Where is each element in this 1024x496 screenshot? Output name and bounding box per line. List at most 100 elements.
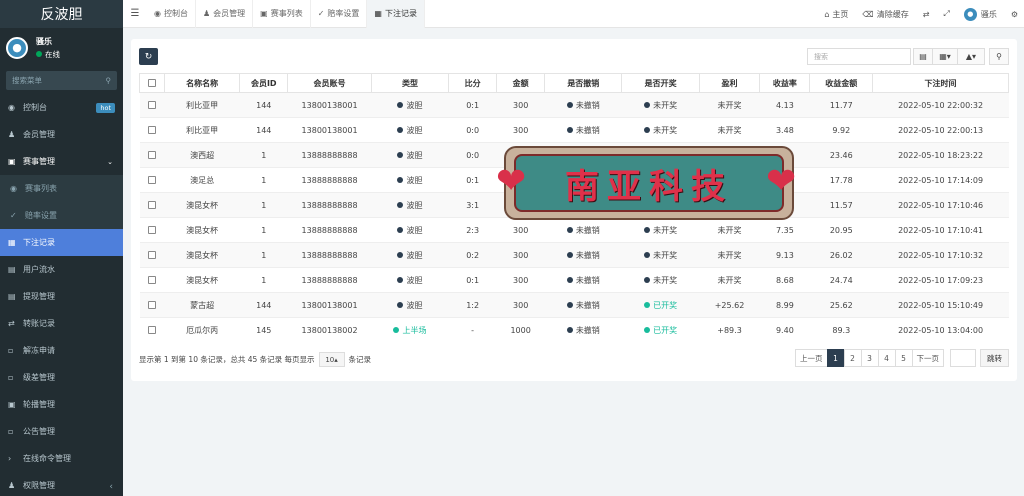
table-cell: 145 [239, 317, 288, 343]
jump-button[interactable]: 跳转 [980, 349, 1009, 367]
sidebar-item-14[interactable]: ♟ 权限管理 [0, 472, 123, 496]
settings-button[interactable]: ⚙ [1011, 10, 1018, 19]
table-cell: 3:1 [448, 192, 497, 218]
table-row[interactable]: 澳昆女杯 1 13888888888 波胆 0:1 300 未撤销 未开奖 未开奖 8.68 24.… [139, 267, 1009, 293]
avatar[interactable]: ● [6, 36, 28, 59]
column-header[interactable]: 收益金额 [809, 73, 874, 93]
export-button[interactable]: ▲▾ [957, 48, 985, 65]
search-button[interactable]: ⚲ [989, 48, 1009, 65]
column-header[interactable]: 盈利 [698, 73, 761, 93]
page-button[interactable]: 1 [826, 349, 845, 367]
select-all-checkbox-cell[interactable] [138, 73, 166, 93]
row-checkbox-cell[interactable] [139, 292, 165, 318]
table-cell: 9.13 [759, 242, 810, 268]
tab-1[interactable]: ♟ 会员管理 [196, 0, 254, 28]
table-cell: 2022-05-10 13:04:00 [872, 317, 1009, 343]
status-dot-icon [566, 327, 573, 334]
tab-2[interactable]: ▣ 赛事列表 [253, 0, 311, 28]
prev-page-button[interactable]: 上一页 [795, 349, 828, 367]
sidebar-item-9[interactable]: ▫ 解冻申请 [0, 337, 123, 364]
menu-toggle-icon[interactable]: ☰ [123, 8, 147, 19]
sidebar-item-0[interactable]: ◉ 控制台 hot [0, 94, 123, 121]
image-icon: ▣ [8, 400, 16, 409]
translate-button[interactable]: ⇄ [923, 10, 930, 19]
row-checkbox[interactable] [148, 301, 157, 309]
tab-3[interactable]: ✓ 赔率设置 [311, 0, 368, 28]
column-header[interactable]: 下注时间 [872, 73, 1009, 93]
row-checkbox[interactable] [148, 126, 157, 134]
sidebar-item-label: 权限管理 [23, 481, 55, 490]
column-header[interactable]: 金额 [496, 73, 546, 93]
row-checkbox-cell[interactable] [139, 142, 165, 168]
row-checkbox-cell[interactable] [139, 267, 165, 293]
table-row[interactable]: 蒙古超 144 13800138001 波胆 1:2 300 未撤销 已开奖 +25.62 8.9… [139, 292, 1009, 318]
table-row[interactable]: 利比亚甲 144 13800138001 波胆 0:0 300 未撤销 未开奖 未开奖 3.48 9… [139, 117, 1009, 143]
column-header[interactable]: 类型 [370, 73, 450, 93]
table-row[interactable]: 厄瓜尔丙 145 13800138002 上半场 -1000 未撤销 已开奖 +89.3 9.4… [139, 317, 1009, 343]
row-checkbox-cell[interactable] [139, 317, 165, 343]
sidebar-item-11[interactable]: ▣ 轮播管理 [0, 391, 123, 418]
column-header[interactable]: 收益率 [759, 73, 811, 93]
column-header[interactable]: 是否开奖 [621, 73, 700, 93]
next-page-button[interactable]: 下一页 [911, 349, 944, 367]
sidebar-item-3[interactable]: ◉ 赛事列表 [0, 175, 123, 202]
sidebar-item-13[interactable]: › 在线命令管理 [0, 445, 123, 472]
page-button[interactable]: 5 [894, 349, 913, 367]
row-checkbox-cell[interactable] [139, 167, 165, 193]
column-header[interactable]: 比分 [448, 73, 498, 93]
table-cell: 上半场 [371, 317, 449, 343]
column-header[interactable]: 名称名称 [164, 73, 241, 93]
app-brand[interactable]: 反波胆 [0, 0, 123, 28]
row-checkbox[interactable] [148, 226, 157, 234]
sidebar-item-4[interactable]: ✓ 赔率设置 [0, 202, 123, 229]
sidebar-item-1[interactable]: ♟ 会员管理 [0, 121, 123, 148]
row-checkbox-cell[interactable] [139, 217, 165, 243]
sidebar-item-7[interactable]: ▤ 提现管理 [0, 283, 123, 310]
home-link[interactable]: ⌂ 主页 [824, 9, 848, 20]
page-jump-input[interactable] [950, 349, 976, 367]
row-checkbox[interactable] [148, 251, 157, 259]
row-checkbox[interactable] [148, 326, 157, 335]
table-search-input[interactable]: 搜索 [807, 48, 911, 65]
sidebar-item-2[interactable]: ▣ 赛事管理 ⌄ [0, 148, 123, 175]
table-row[interactable]: 澳昆女杯 1 13888888888 波胆 0:2 300 未撤销 未开奖 未开奖 9.13 26.… [139, 242, 1009, 268]
sidebar-item-5[interactable]: ▦ 下注记录 [0, 229, 123, 256]
sidebar-item-8[interactable]: ⇄ 转账记录 [0, 310, 123, 337]
doc-icon: ▫ [8, 346, 14, 355]
translate-icon: ⇄ [922, 9, 930, 19]
page-button[interactable]: 4 [877, 349, 896, 367]
sidebar-item-label: 轮播管理 [23, 400, 55, 409]
row-checkbox[interactable] [148, 176, 157, 184]
toggle-view-button[interactable]: ▤ [913, 48, 933, 65]
clear-cache-button[interactable]: ⌫ 清除缓存 [862, 9, 908, 20]
page-size-select[interactable]: 10 ▴ [318, 352, 345, 367]
column-header[interactable]: 会员ID [239, 73, 289, 93]
refresh-button[interactable]: ↻ [139, 48, 158, 65]
table-row[interactable]: 利比亚甲 144 13800138001 波胆 0:1 300 未撤销 未开奖 未开奖 4.13 1… [139, 92, 1009, 118]
row-checkbox-cell[interactable] [139, 242, 165, 268]
row-checkbox[interactable] [148, 276, 157, 284]
menu-search-input[interactable]: 搜索菜单 ⚲ [6, 71, 117, 90]
sidebar-item-12[interactable]: ▫ 公告管理 [0, 418, 123, 445]
page-button[interactable]: 2 [843, 349, 862, 367]
sidebar-item-10[interactable]: ▫ 级差管理 [0, 364, 123, 391]
row-checkbox[interactable] [148, 201, 157, 209]
row-checkbox-cell[interactable] [139, 92, 165, 118]
user-menu[interactable]: ● 骚乐 [963, 7, 997, 21]
page-button[interactable]: 3 [860, 349, 879, 367]
column-header[interactable]: 是否撤销 [544, 73, 623, 93]
table-row[interactable]: 澳昆女杯 1 13888888888 波胆 2:3 300 未撤销 未开奖 未开奖 7.35 20.… [139, 217, 1009, 243]
row-checkbox[interactable] [148, 151, 157, 159]
tab-0[interactable]: ◉ 控制台 [147, 0, 196, 28]
columns-button[interactable]: ▦▾ [932, 48, 958, 65]
row-checkbox[interactable] [148, 101, 157, 109]
row-checkbox-cell[interactable] [139, 192, 165, 218]
column-header[interactable]: 会员账号 [287, 73, 372, 93]
select-all-checkbox[interactable] [148, 79, 157, 87]
table-cell: 0:1 [448, 92, 497, 118]
row-checkbox-cell[interactable] [139, 117, 165, 143]
fullscreen-button[interactable]: ⤢ [943, 9, 949, 19]
tab-4[interactable]: ▦ 下注记录 [367, 0, 425, 28]
sidebar-collapse-icon[interactable]: ‹ [109, 482, 113, 492]
sidebar-item-6[interactable]: ▤ 用户流水 [0, 256, 123, 283]
